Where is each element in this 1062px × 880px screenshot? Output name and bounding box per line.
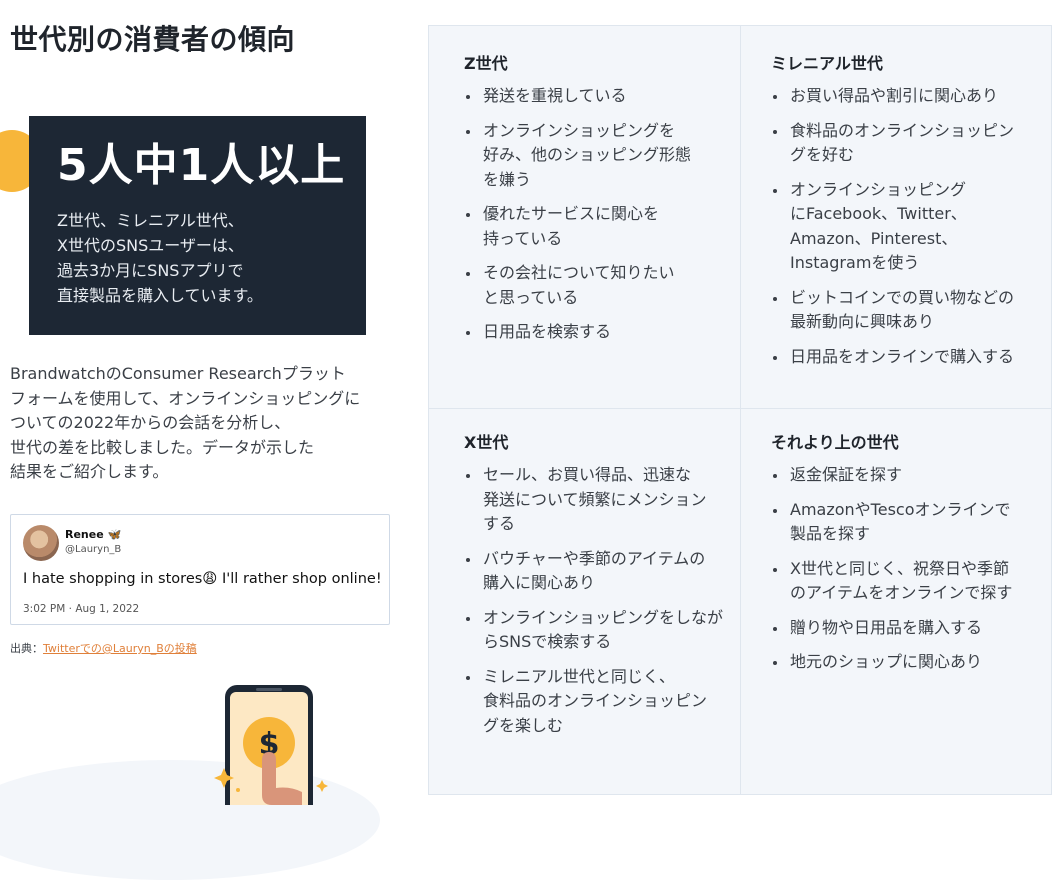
embedded-tweet[interactable]: Renee 🦋 @Lauryn_B I hate shopping in sto… (10, 514, 390, 625)
list-item: オンラインショッピング にFacebook、Twitter、 Amazon、Pi… (771, 178, 1041, 276)
list-item: お買い得品や割引に関心あり (771, 84, 1041, 109)
cell-millennials: ミレニアル世代 お買い得品や割引に関心あり食料品のオンラインショッピン グを好む… (771, 50, 1041, 379)
source-prefix: 出典： (10, 642, 43, 655)
stat-line: 過去3か月にSNSアプリで (57, 261, 244, 280)
list-item: 贈り物や日用品を購入する (771, 616, 1041, 641)
description-line: ついての2022年からの会話を分析し、 (10, 413, 291, 432)
list-item: バウチャーや季節のアイテムの 購入に関心あり (464, 547, 734, 596)
description-line: 結果をご紹介します。 (10, 462, 169, 481)
list-item: ビットコインでの買い物などの 最新動向に興味あり (771, 286, 1041, 335)
list-item: セール、お買い得品、迅速な 発送について頻繁にメンション する (464, 463, 734, 537)
description: BrandwatchのConsumer Researchプラット フォームを使用… (10, 362, 390, 485)
list-item: 優れたサービスに関心を 持っている (464, 202, 734, 251)
avatar (23, 525, 59, 561)
source-link[interactable]: Twitterでの@Lauryn_Bの投稿 (43, 642, 197, 655)
list-item: 発送を重視している (464, 84, 734, 109)
cell-heading: ミレニアル世代 (771, 54, 883, 73)
tweet-text: I hate shopping in stores😩 I'll rather s… (23, 571, 382, 587)
list-item: AmazonやTescoオンラインで 製品を探す (771, 498, 1041, 547)
list-item: オンラインショッピングを 好み、他のショッピング形態 を嫌う (464, 119, 734, 193)
list-item: その会社について知りたい と思っている (464, 261, 734, 310)
stat-box: 5人中1人以上 Z世代、ミレニアル世代、 X世代のSNSユーザーは、 過去3か月… (29, 116, 366, 335)
list-item: 地元のショップに関心あり (771, 650, 1041, 675)
cell-list: セール、お買い得品、迅速な 発送について頻繁にメンション するバウチャーや季節の… (464, 463, 734, 738)
cell-heading: X世代 (464, 433, 509, 452)
description-line: 世代の差を比較しました。データが示した (10, 437, 315, 457)
list-item: 日用品を検索する (464, 320, 734, 345)
cell-gen-x: X世代 セール、お買い得品、迅速な 発送について頻繁にメンション するバウチャー… (464, 429, 734, 748)
description-line: BrandwatchのConsumer Researchプラット (10, 364, 346, 383)
list-item: 日用品をオンラインで購入する (771, 345, 1041, 370)
stat-line: X世代のSNSユーザーは、 (57, 236, 244, 255)
page-title: 世代別の消費者の傾向 (10, 23, 296, 56)
stat-headline: 5人中1人以上 (57, 140, 346, 191)
tweet-author-name: Renee 🦋 (65, 528, 122, 541)
description-line: フォームを使用して、オンラインショッピングに (10, 388, 361, 408)
list-item: オンラインショッピングをしなが らSNSで検索する (464, 606, 734, 655)
cell-list: お買い得品や割引に関心あり食料品のオンラインショッピン グを好むオンラインショッ… (771, 84, 1041, 369)
stat-line: 直接製品を購入しています。 (57, 286, 263, 305)
cell-gen-z: Z世代 発送を重視しているオンラインショッピングを 好み、他のショッピング形態 … (464, 50, 734, 355)
phone-illustration: $ (210, 680, 340, 825)
list-item: X世代と同じく、祝祭日や季節 のアイテムをオンラインで探す (771, 557, 1041, 606)
source-note: 出典：Twitterでの@Lauryn_Bの投稿 (10, 640, 197, 656)
cell-heading: Z世代 (464, 54, 508, 73)
cell-heading: それより上の世代 (771, 433, 899, 452)
list-item: 食料品のオンラインショッピン グを好む (771, 119, 1041, 168)
tweet-timestamp: 3:02 PM · Aug 1, 2022 (23, 603, 140, 615)
stat-line: Z世代、ミレニアル世代、 (57, 211, 244, 230)
generation-grid: Z世代 発送を重視しているオンラインショッピングを 好み、他のショッピング形態 … (428, 25, 1052, 795)
cell-list: 返金保証を探す AmazonやTescoオンラインで 製品を探す X世代と同じく、祝… (771, 463, 1041, 675)
list-item: 返金保証を探す (771, 463, 1041, 488)
cell-older: それより上の世代 返金保証を探す AmazonやTescoオンラインで 製品を探す… (771, 429, 1041, 685)
cell-list: 発送を重視しているオンラインショッピングを 好み、他のショッピング形態 を嫌う優… (464, 84, 734, 345)
grid-divider-vertical (740, 26, 741, 794)
grid-divider-horizontal (429, 408, 1051, 409)
list-item: ミレニアル世代と同じく、 食料品のオンラインショッピン グを楽しむ (464, 665, 734, 739)
tweet-author-handle: @Lauryn_B (65, 544, 122, 555)
